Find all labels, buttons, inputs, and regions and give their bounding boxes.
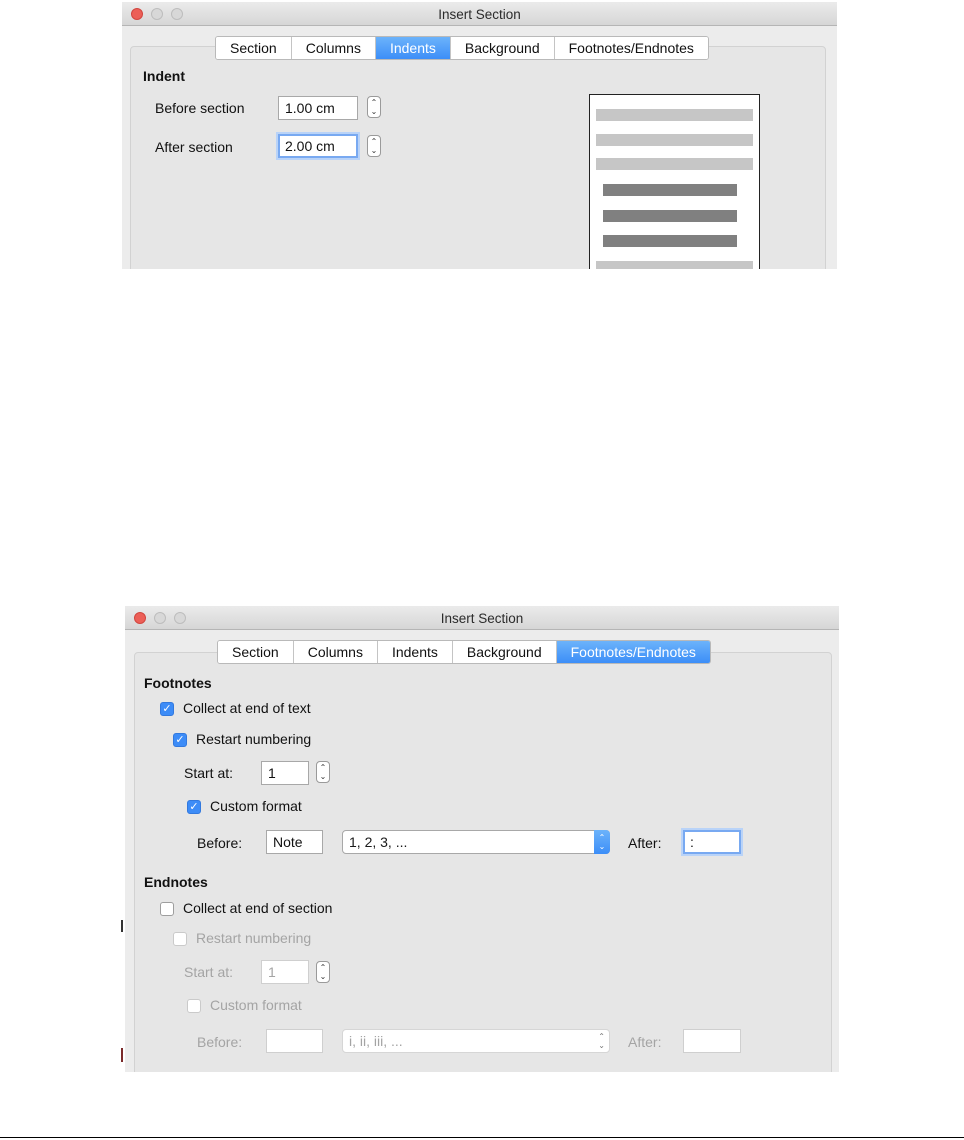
preview-line — [596, 261, 753, 269]
endnote-format-select[interactable]: i, ii, iii, ... ⌃ ⌄ — [342, 1029, 610, 1053]
collect-end-of-text-checkbox[interactable]: ✓ — [160, 702, 174, 716]
tab-bar: Section Columns Indents Background Footn… — [215, 36, 709, 60]
footnote-custom-format-checkbox[interactable]: ✓ — [187, 800, 201, 814]
footnote-restart-numbering-checkbox[interactable]: ✓ — [173, 733, 187, 747]
preview-section-line — [603, 210, 737, 222]
footnote-before-label: Before: — [197, 835, 243, 851]
preview-section-line — [603, 235, 737, 247]
insert-section-dialog-footnotes: Insert Section Section Columns Indents B… — [125, 606, 839, 1072]
window-title: Insert Section — [438, 7, 521, 22]
after-section-label: After section — [155, 139, 233, 155]
endnotes-heading: Endnotes — [144, 874, 208, 890]
tab-background[interactable]: Background — [450, 37, 555, 59]
preview-section-line — [603, 184, 737, 196]
page-footer-rule — [0, 1137, 964, 1138]
endnote-start-at-field[interactable]: 1 — [261, 960, 309, 984]
endnote-restart-numbering-label: Restart numbering — [196, 930, 312, 946]
title-bar: Insert Section — [122, 2, 837, 26]
title-bar: Insert Section — [125, 606, 839, 630]
tab-indents[interactable]: Indents — [377, 641, 453, 663]
collect-end-of-section-checkbox[interactable] — [160, 902, 174, 916]
tab-bar: Section Columns Indents Background Footn… — [217, 640, 711, 664]
endnote-restart-numbering-checkbox[interactable] — [173, 932, 187, 946]
before-section-label: Before section — [155, 100, 245, 116]
indent-heading: Indent — [143, 68, 185, 84]
window-title: Insert Section — [440, 611, 524, 626]
footnote-start-at-field[interactable]: 1 — [261, 761, 309, 785]
footnote-after-field[interactable]: : — [683, 830, 741, 854]
footnote-custom-format-label[interactable]: Custom format — [210, 798, 302, 814]
endnote-before-field[interactable] — [266, 1029, 323, 1053]
preview-line — [596, 134, 753, 146]
footnote-before-field[interactable]: Note — [266, 830, 323, 854]
footnote-restart-numbering-label[interactable]: Restart numbering — [196, 731, 311, 747]
collect-end-of-section-label[interactable]: Collect at end of section — [183, 900, 332, 916]
tab-footnotes-endnotes[interactable]: Footnotes/Endnotes — [556, 641, 710, 663]
dropdown-arrow-icon: ⌃ ⌄ — [594, 830, 610, 854]
footnotes-heading: Footnotes — [144, 675, 212, 691]
page-edge-mark — [121, 920, 123, 932]
endnote-before-label: Before: — [197, 1034, 243, 1050]
tab-indents[interactable]: Indents — [375, 37, 451, 59]
endnote-start-at-label: Start at: — [184, 964, 234, 980]
tab-background[interactable]: Background — [452, 641, 557, 663]
tab-section[interactable]: Section — [216, 37, 292, 59]
collect-end-of-text-label[interactable]: Collect at end of text — [183, 700, 311, 716]
endnote-custom-format-checkbox[interactable] — [187, 999, 201, 1013]
preview-line — [596, 109, 753, 121]
endnote-format-value: i, ii, iii, ... — [349, 1033, 403, 1049]
footnote-start-at-stepper[interactable]: ⌃ ⌄ — [316, 761, 330, 783]
endnote-custom-format-label: Custom format — [210, 997, 302, 1013]
tab-footnotes-endnotes[interactable]: Footnotes/Endnotes — [554, 37, 708, 59]
footnote-format-select[interactable]: 1, 2, 3, ... ⌃ ⌄ — [342, 830, 610, 854]
endnote-after-field[interactable] — [683, 1029, 741, 1053]
before-section-stepper[interactable]: ⌃ ⌄ — [367, 96, 381, 118]
indent-preview — [589, 94, 760, 269]
preview-line — [596, 158, 753, 170]
tab-columns[interactable]: Columns — [291, 37, 376, 59]
tab-columns[interactable]: Columns — [293, 641, 378, 663]
footnote-after-label: After: — [628, 835, 662, 851]
tab-section[interactable]: Section — [218, 641, 294, 663]
footnote-format-value: 1, 2, 3, ... — [349, 834, 408, 850]
endnote-start-at-stepper[interactable]: ⌃ ⌄ — [316, 961, 330, 983]
after-section-field[interactable]: 2.00 cm — [278, 134, 358, 158]
footnote-start-at-label: Start at: — [184, 765, 234, 781]
after-section-stepper[interactable]: ⌃ ⌄ — [367, 135, 381, 157]
insert-section-dialog-indents: Insert Section Section Columns Indents B… — [122, 2, 837, 269]
page-edge-mark — [121, 1048, 123, 1062]
dropdown-arrow-icon: ⌃ ⌄ — [598, 1032, 605, 1050]
before-section-field[interactable]: 1.00 cm — [278, 96, 358, 120]
endnote-after-label: After: — [628, 1034, 662, 1050]
